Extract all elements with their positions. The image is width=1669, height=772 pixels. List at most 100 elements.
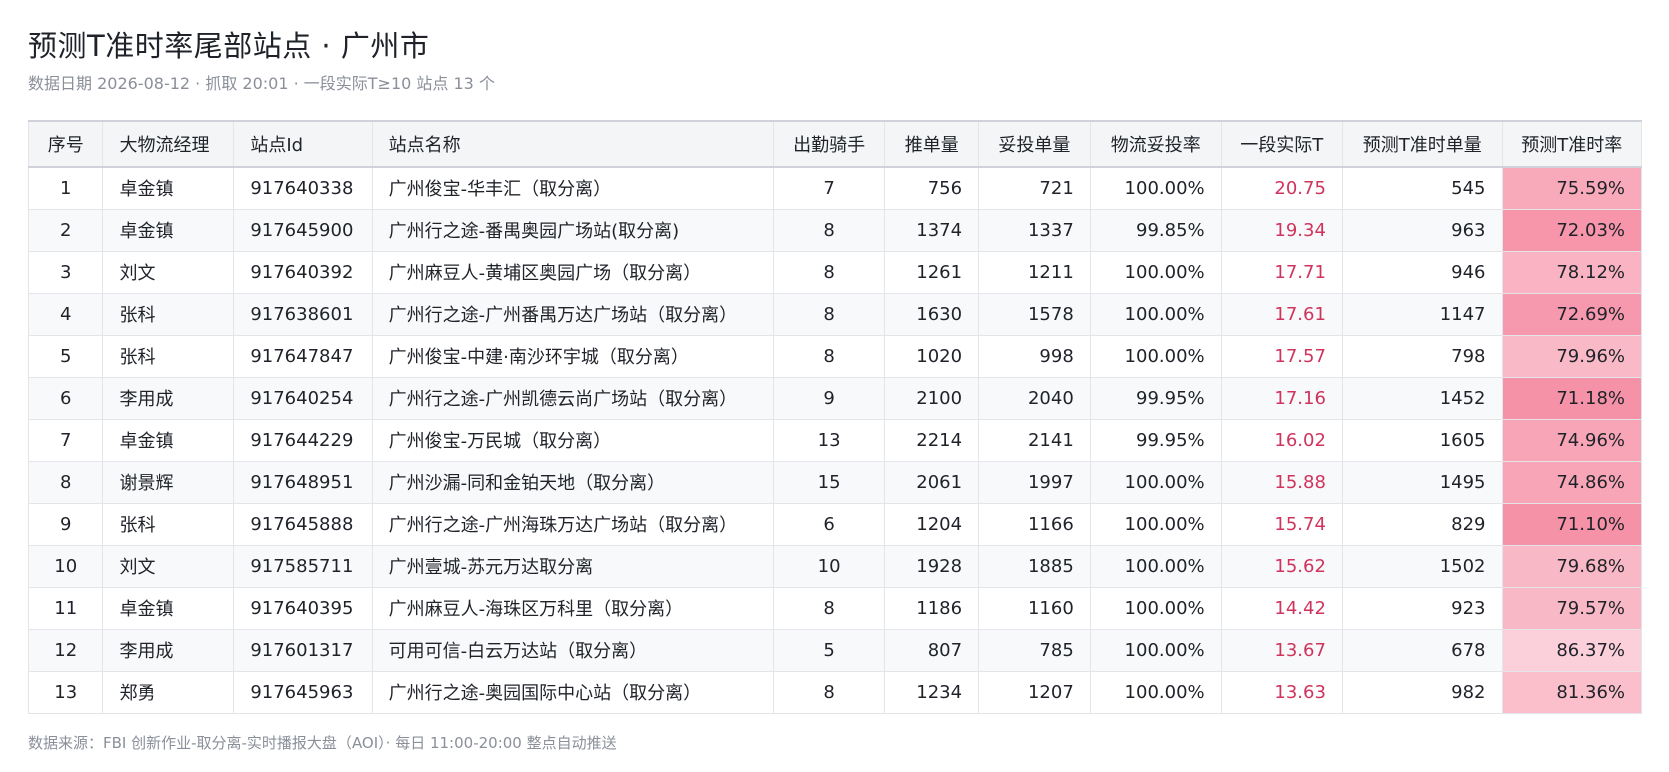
cell-stage1-t: 13.67 [1220, 628, 1343, 672]
cell-ontime-count: 545 [1341, 166, 1503, 210]
table-header-row: 序号 大物流经理 站点Id 站点名称 出勤骑手 推单量 妥投单量 物流妥投率 一… [27, 120, 1643, 168]
column-header-site-id[interactable]: 站点Id [233, 120, 373, 168]
cell-index: 9 [27, 502, 104, 546]
cell-site-id: 917644229 [233, 418, 373, 462]
cell-stage1-t: 15.88 [1220, 460, 1343, 504]
column-header-site-name[interactable]: 站点名称 [371, 120, 774, 168]
cell-delivery-rate: 100.00% [1089, 502, 1222, 546]
cell-delivered: 785 [978, 628, 1091, 672]
cell-index: 4 [27, 292, 104, 336]
page-title: 预测T准时率尾部站点 · 广州市 [28, 29, 430, 63]
cell-stage1-t: 13.63 [1220, 670, 1343, 714]
cell-ontime-count: 946 [1341, 250, 1503, 294]
cell-riders: 8 [772, 334, 886, 378]
cell-manager: 谢景辉 [102, 460, 235, 504]
cell-delivered: 1207 [978, 670, 1091, 714]
cell-index: 6 [27, 376, 104, 420]
table-row: 11 卓金镇 917640395 广州麻豆人-海珠区万科里（取分离） 8 1186 1160… [27, 586, 1643, 630]
cell-site-name: 广州俊宝-中建·南沙环宇城（取分离） [371, 334, 774, 378]
column-header-index[interactable]: 序号 [27, 120, 104, 168]
cell-site-name: 广州俊宝-华丰汇（取分离） [371, 166, 774, 210]
cell-delivered: 1885 [978, 544, 1091, 588]
table-row: 7 卓金镇 917644229 广州俊宝-万民城（取分离） 13 2214 2141 99.9… [27, 418, 1643, 462]
cell-site-name: 广州行之途-广州番禺万达广场站（取分离） [371, 292, 774, 336]
report-container: 预测T准时率尾部站点 · 广州市 数据日期 2026-08-12 · 抓取 20… [27, 0, 1643, 753]
cell-ontime-rate: 78.12% [1501, 250, 1643, 294]
cell-index: 3 [27, 250, 104, 294]
data-source-note: 数据来源：FBI 创新作业-取分离-实时播报大盘（AOI）· 每日 11:00-… [28, 733, 617, 752]
cell-ontime-count: 1495 [1341, 460, 1503, 504]
cell-delivery-rate: 100.00% [1089, 166, 1222, 210]
column-header-manager[interactable]: 大物流经理 [102, 120, 235, 168]
cell-ontime-rate: 71.10% [1501, 502, 1643, 546]
cell-delivery-rate: 100.00% [1089, 334, 1222, 378]
column-header-delivery-rate[interactable]: 物流妥投率 [1089, 120, 1222, 168]
cell-site-name: 广州行之途-广州海珠万达广场站（取分离） [371, 502, 774, 546]
cell-delivery-rate: 100.00% [1089, 586, 1222, 630]
cell-delivery-rate: 100.00% [1089, 292, 1222, 336]
cell-push: 1374 [884, 208, 980, 252]
cell-site-id: 917645963 [233, 670, 373, 714]
cell-stage1-t: 16.02 [1220, 418, 1343, 462]
cell-ontime-count: 1147 [1341, 292, 1503, 336]
cell-manager: 卓金镇 [102, 166, 235, 210]
cell-delivered: 2141 [978, 418, 1091, 462]
cell-riders: 15 [772, 460, 886, 504]
column-header-ontime-rate[interactable]: 预测T准时率 [1501, 120, 1643, 168]
cell-site-id: 917645900 [233, 208, 373, 252]
column-header-riders[interactable]: 出勤骑手 [772, 120, 886, 168]
cell-ontime-rate: 79.96% [1501, 334, 1643, 378]
column-header-delivered[interactable]: 妥投单量 [978, 120, 1091, 168]
cell-delivered: 2040 [978, 376, 1091, 420]
cell-delivery-rate: 100.00% [1089, 670, 1222, 714]
cell-index: 12 [27, 628, 104, 672]
cell-riders: 8 [772, 670, 886, 714]
cell-site-id: 917645888 [233, 502, 373, 546]
cell-site-id: 917647847 [233, 334, 373, 378]
cell-stage1-t: 19.34 [1220, 208, 1343, 252]
cell-ontime-rate: 74.96% [1501, 418, 1643, 462]
cell-delivered: 1160 [978, 586, 1091, 630]
table-row: 12 李用成 917601317 可用可信-白云万达站（取分离） 5 807 785 100.… [27, 628, 1643, 672]
cell-riders: 8 [772, 208, 886, 252]
cell-riders: 8 [772, 586, 886, 630]
cell-push: 2214 [884, 418, 980, 462]
cell-push: 1186 [884, 586, 980, 630]
cell-ontime-rate: 74.86% [1501, 460, 1643, 504]
column-header-stage1-t[interactable]: 一段实际T [1220, 120, 1343, 168]
cell-delivery-rate: 99.95% [1089, 418, 1222, 462]
cell-ontime-rate: 75.59% [1501, 166, 1643, 210]
cell-riders: 8 [772, 292, 886, 336]
cell-manager: 张科 [102, 292, 235, 336]
column-header-push[interactable]: 推单量 [884, 120, 980, 168]
cell-manager: 卓金镇 [102, 586, 235, 630]
cell-manager: 张科 [102, 502, 235, 546]
cell-delivered: 1166 [978, 502, 1091, 546]
cell-riders: 8 [772, 250, 886, 294]
cell-stage1-t: 20.75 [1220, 166, 1343, 210]
cell-delivered: 998 [978, 334, 1091, 378]
cell-delivery-rate: 99.95% [1089, 376, 1222, 420]
cell-manager: 张科 [102, 334, 235, 378]
cell-push: 1020 [884, 334, 980, 378]
cell-riders: 13 [772, 418, 886, 462]
cell-ontime-count: 982 [1341, 670, 1503, 714]
cell-stage1-t: 17.16 [1220, 376, 1343, 420]
cell-push: 1204 [884, 502, 980, 546]
cell-stage1-t: 15.74 [1220, 502, 1343, 546]
cell-manager: 郑勇 [102, 670, 235, 714]
cell-riders: 9 [772, 376, 886, 420]
cell-push: 1261 [884, 250, 980, 294]
cell-ontime-rate: 72.69% [1501, 292, 1643, 336]
table-row: 4 张科 917638601 广州行之途-广州番禺万达广场站（取分离） 8 1630 157… [27, 292, 1643, 336]
cell-delivery-rate: 100.00% [1089, 544, 1222, 588]
column-header-ontime-count[interactable]: 预测T准时单量 [1341, 120, 1503, 168]
cell-delivery-rate: 100.00% [1089, 628, 1222, 672]
cell-site-name: 广州沙漏-同和金铂天地（取分离） [371, 460, 774, 504]
cell-push: 2100 [884, 376, 980, 420]
cell-stage1-t: 14.42 [1220, 586, 1343, 630]
cell-push: 756 [884, 166, 980, 210]
cell-ontime-rate: 86.37% [1501, 628, 1643, 672]
cell-delivery-rate: 99.85% [1089, 208, 1222, 252]
cell-site-name: 广州麻豆人-海珠区万科里（取分离） [371, 586, 774, 630]
